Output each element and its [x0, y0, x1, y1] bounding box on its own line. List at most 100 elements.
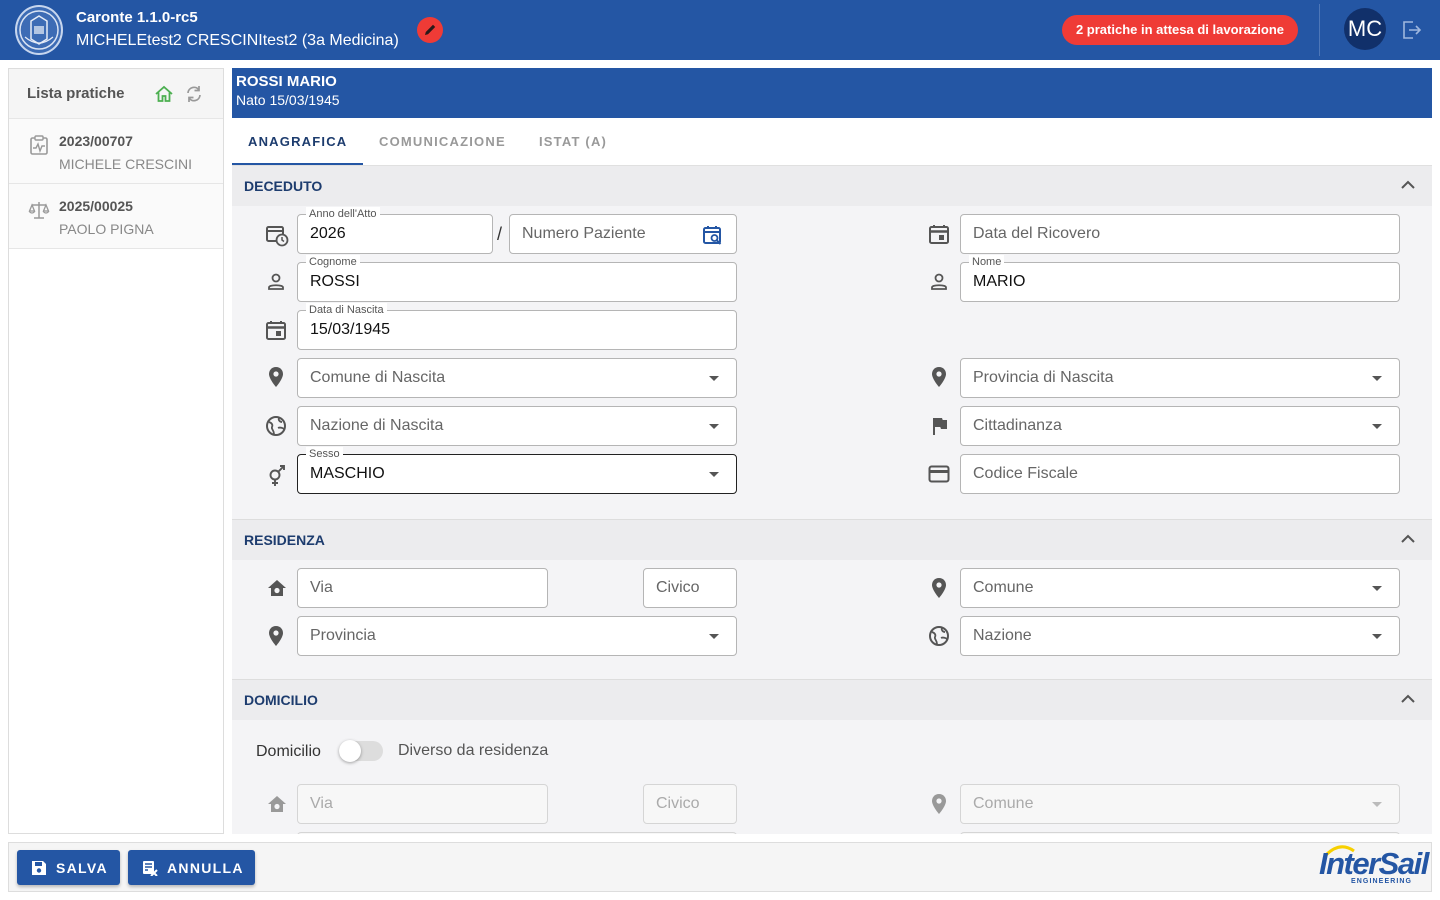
civico-residenza-input[interactable]: Civico: [643, 568, 737, 608]
home-button[interactable]: [154, 84, 174, 104]
cognome-value: ROSSI: [310, 273, 360, 290]
dropdown-arrow-icon: [1372, 634, 1382, 639]
cittadinanza-placeholder: Cittadinanza: [973, 417, 1062, 434]
dropdown-arrow-icon: [709, 424, 719, 429]
sync-icon: [187, 86, 201, 102]
domicilio-toggle[interactable]: [339, 740, 383, 762]
provincia-nascita-placeholder: Provincia di Nascita: [973, 369, 1114, 386]
dropdown-arrow-icon: [1372, 802, 1382, 807]
chevron-up-icon[interactable]: [1400, 179, 1416, 191]
cognome-label: Cognome: [306, 255, 360, 269]
list-item[interactable]: 2023/00707 MICHELE CRESCINI: [9, 119, 223, 184]
person-icon: [268, 273, 284, 290]
comune-residenza-select[interactable]: Comune: [960, 568, 1400, 608]
civico-domicilio-input[interactable]: Civico: [643, 784, 737, 824]
sesso-value: MASCHIO: [310, 465, 385, 482]
chevron-up-icon[interactable]: [1400, 533, 1416, 545]
sesso-select[interactable]: Sesso MASCHIO: [297, 447, 737, 494]
user-line: MICHELEtest2 CRESCINItest2 (3a Medicina): [76, 32, 399, 49]
globe-icon: [929, 626, 949, 646]
floppy-disk-icon: [32, 861, 46, 875]
provincia-residenza-select[interactable]: Provincia: [297, 616, 737, 656]
cancel-button[interactable]: ANNULLA: [128, 850, 255, 885]
nome-label: Nome: [969, 255, 1005, 269]
edit-user-button[interactable]: [417, 17, 443, 43]
patient-header: ROSSI MARIO Nato 15/03/1945: [232, 68, 1432, 118]
search-calendar-icon[interactable]: [702, 224, 724, 246]
via-placeholder: Via: [310, 795, 333, 812]
numero-paziente-placeholder: Numero Paziente: [522, 225, 646, 242]
nazione-nascita-select[interactable]: Nazione di Nascita: [297, 406, 737, 446]
via-residenza-input[interactable]: Via: [297, 568, 548, 608]
section-header-domicilio[interactable]: DOMICILIO: [232, 680, 1432, 720]
provincia-domicilio-select[interactable]: [297, 832, 737, 834]
nome-input[interactable]: Nome MARIO: [960, 255, 1400, 302]
data-nascita-label: Data di Nascita: [306, 303, 387, 317]
dropdown-arrow-icon: [1372, 424, 1382, 429]
section-header-deceduto[interactable]: DECEDUTO: [232, 166, 1432, 206]
nome-value: MARIO: [973, 273, 1026, 290]
dropdown-arrow-icon: [709, 472, 719, 477]
brand-sub: ENGINEERING: [1351, 878, 1413, 885]
nazione-domicilio-select[interactable]: [960, 832, 1400, 834]
refresh-button[interactable]: [184, 84, 204, 104]
cittadinanza-select[interactable]: Cittadinanza: [960, 406, 1400, 446]
data-ricovero-input[interactable]: Data del Ricovero: [960, 214, 1400, 254]
save-label: SALVA: [56, 860, 108, 876]
tab-istat[interactable]: ISTAT (A): [539, 134, 607, 149]
home-search-icon: [268, 796, 286, 812]
provincia-placeholder: Provincia: [310, 627, 376, 644]
patient-birth: Nato 15/03/1945: [236, 92, 340, 108]
list-item[interactable]: 2025/00025 PAOLO PIGNA: [9, 184, 223, 249]
logout-button[interactable]: [1401, 20, 1423, 40]
chevron-up-icon[interactable]: [1400, 693, 1416, 705]
section-domicilio: DOMICILIO Domicilio Diverso da residenza…: [232, 680, 1432, 834]
calendar-clock-icon: [266, 226, 289, 247]
tab-bar: ANAGRAFICA COMUNICAZIONE ISTAT (A): [232, 118, 1432, 166]
numero-paziente-input[interactable]: Numero Paziente: [509, 214, 737, 254]
pending-badge[interactable]: 2 pratiche in attesa di lavorazione: [1062, 15, 1298, 45]
globe-icon: [266, 416, 286, 436]
number-separator: /: [497, 224, 503, 244]
pratica-number: 2025/00025: [59, 198, 133, 214]
logo: [15, 5, 63, 55]
codice-fiscale-input[interactable]: Codice Fiscale: [960, 454, 1400, 494]
comune-domicilio-select[interactable]: Comune: [960, 784, 1400, 824]
via-domicilio-input[interactable]: Via: [297, 784, 548, 824]
comune-placeholder: Comune: [973, 579, 1034, 596]
home-search-icon: [268, 580, 286, 596]
person-icon: [931, 273, 947, 290]
calendar-icon: [929, 225, 949, 244]
codice-fiscale-placeholder: Codice Fiscale: [973, 465, 1078, 482]
location-pin-icon: [932, 578, 946, 598]
data-nascita-input[interactable]: Data di Nascita 15/03/1945: [297, 303, 737, 350]
anno-atto-input[interactable]: Anno dell'Atto 2026: [297, 207, 493, 254]
anno-atto-value: 2026: [310, 225, 346, 242]
comune-nascita-placeholder: Comune di Nascita: [310, 369, 446, 386]
dropdown-arrow-icon: [1372, 376, 1382, 381]
anno-atto-label: Anno dell'Atto: [306, 207, 380, 221]
dropdown-arrow-icon: [1372, 586, 1382, 591]
header-divider: [1319, 4, 1320, 56]
pencil-icon: [425, 24, 436, 35]
domicilio-toggle-row: Domicilio Diverso da residenza: [232, 720, 1432, 764]
section-title: DECEDUTO: [244, 178, 323, 194]
nazione-placeholder: Nazione: [973, 627, 1032, 644]
provincia-nascita-select[interactable]: Provincia di Nascita: [960, 358, 1400, 398]
nazione-residenza-select[interactable]: Nazione: [960, 616, 1400, 656]
domicilio-toggle-text: Diverso da residenza: [398, 742, 549, 759]
comune-placeholder: Comune: [973, 795, 1034, 812]
app-title: Caronte 1.1.0-rc5: [76, 9, 198, 26]
logout-icon: [1403, 21, 1422, 39]
scales-icon: [28, 199, 50, 221]
data-ricovero-placeholder: Data del Ricovero: [973, 225, 1101, 242]
tab-comunicazione[interactable]: COMUNICAZIONE: [379, 134, 506, 149]
sidebar-title: Lista pratiche: [27, 85, 125, 102]
tab-anagrafica[interactable]: ANAGRAFICA: [248, 134, 347, 149]
comune-nascita-select[interactable]: Comune di Nascita: [297, 358, 737, 398]
save-button[interactable]: SALVA: [17, 850, 120, 885]
cognome-input[interactable]: Cognome ROSSI: [297, 255, 737, 302]
avatar[interactable]: MC: [1344, 8, 1386, 50]
home-icon: [155, 85, 173, 102]
section-header-residenza[interactable]: RESIDENZA: [232, 520, 1432, 560]
